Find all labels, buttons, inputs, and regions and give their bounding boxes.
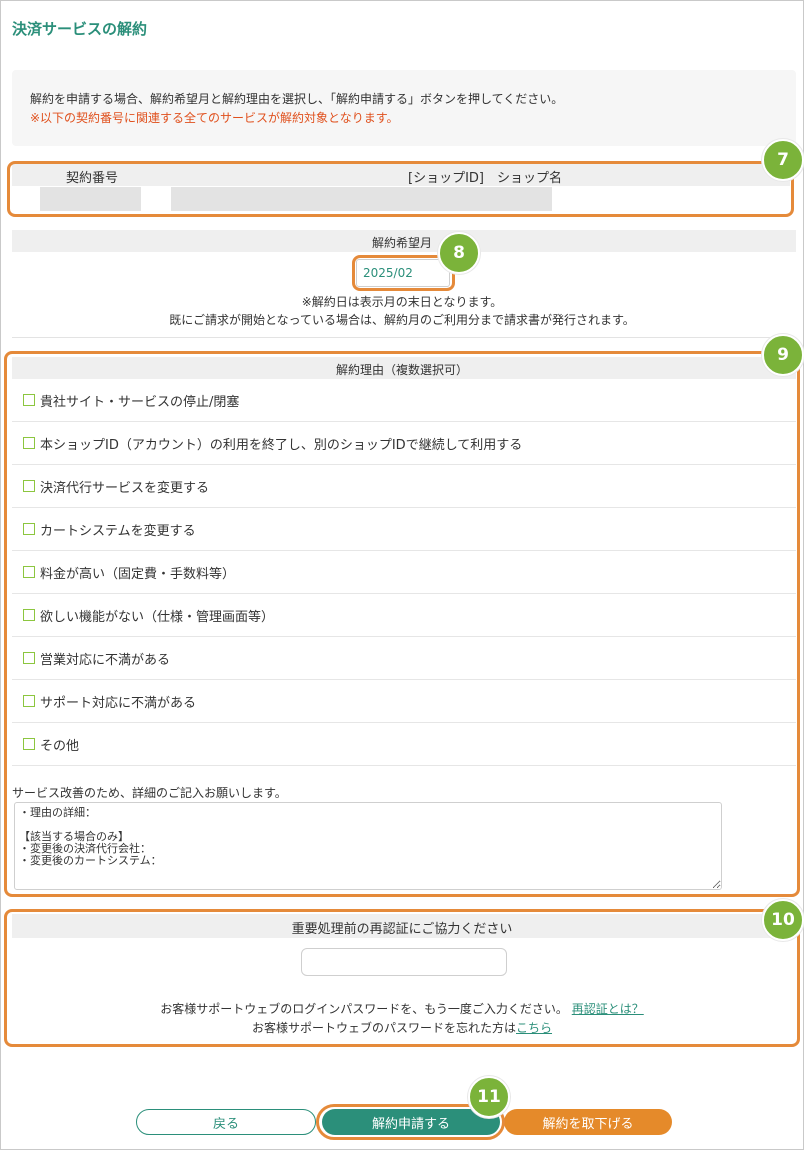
withdraw-cancellation-button[interactable]: 解約を取下げる: [504, 1109, 672, 1135]
divider: [12, 337, 796, 338]
reauth-highlight: [4, 909, 800, 1047]
notice-warning: ※以下の契約番号に関連する全てのサービスが解約対象となります。: [30, 111, 399, 125]
month-header: 解約希望月: [371, 236, 432, 250]
notice-instruction: 解約を申請する場合、解約希望月と解約理由を選択し、「解約申請する」ボタンを押して…: [30, 92, 564, 106]
reasons-highlight: [4, 351, 800, 897]
notice-box: 解約を申請する場合、解約希望月と解約理由を選択し、「解約申請する」ボタンを押して…: [12, 70, 796, 146]
contract-highlight: [7, 161, 794, 217]
callout-badge-apply: 11: [468, 1076, 510, 1118]
callout-badge-reasons: 9: [762, 334, 804, 376]
callout-badge-contract: 7: [762, 139, 804, 181]
callout-badge-reauth: 10: [762, 899, 804, 941]
month-note-end-of-month: ※解約日は表示月の末日となります。: [301, 295, 503, 309]
back-button[interactable]: 戻る: [136, 1109, 316, 1135]
month-note-billing: 既にご請求が開始となっている場合は、解約月のご利用分まで請求書が発行されます。: [169, 313, 635, 327]
callout-badge-month: 8: [438, 232, 480, 274]
page-title: 決済サービスの解約: [12, 20, 148, 38]
